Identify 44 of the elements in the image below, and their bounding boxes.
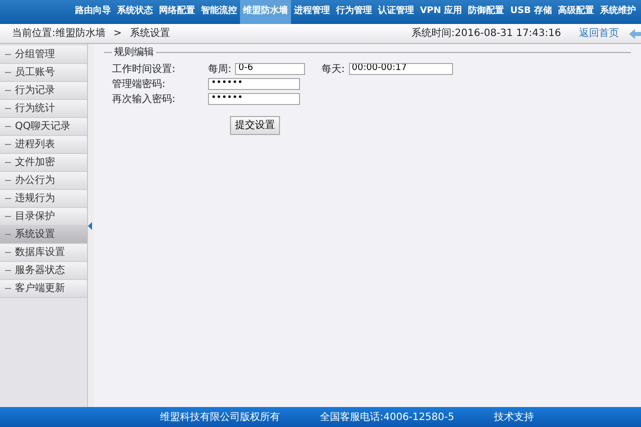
nav-tab[interactable]: 系统维护 xyxy=(597,0,639,24)
sidebar-item[interactable]: 员工账号 xyxy=(0,64,87,82)
breadcrumb-page: 系统设置 xyxy=(130,26,170,41)
system-time: 系统时间:2016-08-31 17:43:16 xyxy=(411,26,561,41)
sidebar-item[interactable]: 分组管理 xyxy=(0,46,87,64)
nav-tab[interactable]: 智能流控 xyxy=(198,0,240,24)
field-label: 工作时间设置: xyxy=(112,62,176,76)
nav-tab[interactable]: 认证管理 xyxy=(374,0,417,24)
copyright-text: 维盟科技有限公司版权所有 xyxy=(160,410,280,424)
sidebar-item[interactable]: QQ聊天记录 xyxy=(0,118,87,136)
sidebar-item[interactable]: 服务器状态 xyxy=(0,262,87,280)
breadcrumb-separator: > xyxy=(113,27,122,41)
sidebar-item[interactable]: 目录保护 xyxy=(0,208,87,226)
nav-tab[interactable]: VPN 应用 xyxy=(416,0,466,24)
sidebar-item[interactable]: 系统设置 xyxy=(0,226,87,244)
nav-tab[interactable]: 网络配置 xyxy=(156,0,198,24)
field-label: 再次输入密码: xyxy=(112,92,176,106)
nav-tab[interactable]: 高级配置 xyxy=(555,0,597,24)
field-label: 管理端密码: xyxy=(112,78,166,92)
breadcrumb-location: 当前位置:维盟防水墙 xyxy=(12,26,106,41)
hotline-text: 全国客服电话:4006-12580-5 xyxy=(320,410,454,424)
nav-tab[interactable]: 进程管理 xyxy=(290,0,333,24)
sidebar-item[interactable]: 办公行为 xyxy=(0,172,87,190)
sidebar-item[interactable]: 行为统计 xyxy=(0,100,87,118)
sidebar-item[interactable]: 客户端更新 xyxy=(0,280,87,298)
home-link[interactable]: 返回首页 xyxy=(579,26,619,41)
submit-button[interactable]: 提交设置 xyxy=(230,116,280,135)
nav-tab[interactable]: 防御配置 xyxy=(465,0,508,24)
input-field[interactable]: •••••• xyxy=(208,78,300,90)
sidebar-item[interactable]: 违规行为 xyxy=(0,190,87,208)
sidebar-item[interactable]: 行为记录 xyxy=(0,82,87,100)
sidebar-item[interactable]: 文件加密 xyxy=(0,154,87,172)
nav-tab[interactable]: 行为管理 xyxy=(332,0,375,24)
collapse-arrow-icon[interactable] xyxy=(88,222,93,230)
support-link[interactable]: 技术支持 xyxy=(494,410,534,424)
sidebar-item[interactable]: 进程列表 xyxy=(0,136,87,154)
field-label: 每周: xyxy=(208,62,232,76)
nav-tab[interactable]: 路由向导 xyxy=(72,0,114,24)
field-label: 每天: xyxy=(321,62,345,76)
sidebar-item[interactable]: 数据库设置 xyxy=(0,244,87,262)
input-field[interactable]: •••••• xyxy=(208,93,300,105)
nav-tab[interactable]: USB 存储 xyxy=(507,0,555,24)
arrow-icon[interactable] xyxy=(627,28,641,38)
nav-tab[interactable]: 系统状态 xyxy=(114,0,156,24)
